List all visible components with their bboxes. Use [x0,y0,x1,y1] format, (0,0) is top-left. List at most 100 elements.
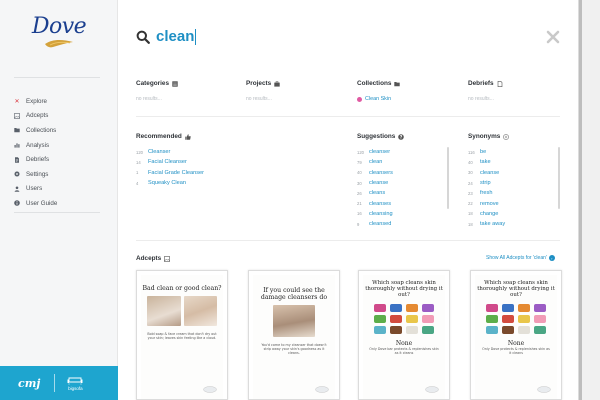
document-icon [14,156,20,163]
term-link[interactable]: cleansing [369,211,393,217]
synonym-item[interactable]: 18 change [468,209,505,219]
categories-heading: Categories [136,80,178,87]
sidebar-item-label: Adcepts [26,112,49,120]
term-link[interactable]: cleanse [369,180,388,186]
sidebar-item-debriefs[interactable]: Debriefs [14,152,114,167]
category-icon [172,80,178,87]
suggestions-scrollbar[interactable] [447,147,449,209]
synonyms-heading: Synonyms [468,133,510,140]
footer-divider [54,374,56,392]
close-icon[interactable] [546,30,560,44]
term-link[interactable]: be [480,149,486,155]
synonym-item[interactable]: 40 take [468,157,505,167]
term-link[interactable]: remove [480,201,499,207]
term-link[interactable]: cleanses [369,201,391,207]
search-bar[interactable]: clean [136,26,566,48]
collection-clean-skin[interactable]: Clean Skin [357,96,391,102]
page-scrollbar[interactable] [579,0,582,400]
suggestion-item[interactable]: 16 cleansing [357,209,393,219]
categories-title: Categories [136,80,170,87]
suggestion-item[interactable]: 9 cleansed [357,219,393,229]
term-count: 26 [357,190,362,196]
suggestion-item[interactable]: 40 cleansers [357,168,393,178]
suggestion-item[interactable]: 79 clean [357,157,393,167]
term-link[interactable]: strip [480,180,491,186]
adcept-answer: None [507,340,525,347]
sidebar-item-adcepts[interactable]: Adcepts [14,109,114,124]
term-link[interactable]: take [480,159,491,165]
recommended-item[interactable]: 14 Facial Cleanser [136,157,204,167]
suggestions-heading: Suggestions ? [357,133,405,140]
synonym-item[interactable]: 22 remove [468,198,505,208]
adcept-card[interactable]: Which soap cleans skin thoroughly withou… [358,270,450,400]
collection-label: Clean Skin [365,96,392,102]
recommended-item[interactable]: 4 Squeaky Clean [136,178,204,188]
synonym-item[interactable]: 18 take away [468,219,505,229]
term-link[interactable]: change [480,211,498,217]
sidebar-item-settings[interactable]: Settings [14,167,114,182]
suggestion-item[interactable]: 21 cleanses [357,198,393,208]
bigsofa-logo[interactable]: bigsofa [67,376,83,391]
term-link[interactable]: fresh [480,190,492,196]
term-count: 21 [357,201,362,207]
synonym-item[interactable]: 23 fresh [468,188,505,198]
term-link[interactable]: cleanser [369,149,390,155]
soap-bar [534,304,546,312]
term-count: 120 [136,149,143,155]
collections-title: Collections [357,80,392,87]
term-link[interactable]: Cleanser [148,149,170,155]
section-divider [136,116,560,117]
term-link[interactable]: Squeaky Clean [148,180,186,186]
photo-woman-left [147,296,181,326]
term-link[interactable]: Facial Cleanser [148,159,187,165]
sidebar-item-users[interactable]: Users [14,182,114,197]
sidebar-nav: ✕ Explore Adcepts Collections Analysis D… [14,94,114,211]
suggestion-item[interactable]: 26 cleans [357,188,393,198]
term-count: 9 [357,221,360,227]
soap-bar-icon [537,386,551,393]
term-count: 23 [468,190,473,196]
synonyms-icon [503,133,510,140]
term-link[interactable]: cleansers [369,170,393,176]
term-link[interactable]: clean [369,159,382,165]
adcept-note: You'd come to my cleanser that doesn't s… [261,343,327,355]
synonym-item[interactable]: 116 be [468,147,505,157]
search-input[interactable]: clean [156,29,197,45]
adcept-answer: None [395,340,413,347]
sidebar-item-explore[interactable]: ✕ Explore [14,94,114,109]
adcept-image: Which soap cleans skin thoroughly withou… [475,275,557,399]
recommended-title: Recommended [136,133,182,140]
recommended-item[interactable]: 1 Facial Grade Cleanser [136,168,204,178]
sidebar-item-label: Collections [26,126,57,134]
recommended-item[interactable]: 120 Cleanser [136,147,204,157]
adcept-card[interactable]: If you could see the damage cleansers do… [248,270,340,400]
suggestion-item[interactable]: 120 cleanser [357,147,393,157]
adcept-card[interactable]: Bad clean or good clean? Bold soap & fac… [136,270,228,400]
term-count: 30 [357,180,362,186]
synonym-item[interactable]: 30 cleanse [468,168,505,178]
cmj-logo[interactable]: cmj [18,377,40,390]
term-link[interactable]: Facial Grade Cleanser [148,170,204,176]
adcept-card[interactable]: Which soap cleans skin thoroughly withou… [470,270,562,400]
sidebar-item-collections[interactable]: Collections [14,123,114,138]
categories-empty: no results... [136,96,162,102]
question-icon: ? [398,133,405,140]
term-link[interactable]: cleansed [369,221,391,227]
synonym-item[interactable]: 24 strip [468,178,505,188]
sidebar-item-label: User Guide [26,199,58,207]
synonyms-scrollbar[interactable] [558,147,560,209]
adcept-note: Only Dove protects & replenishes skin as… [482,347,550,355]
show-all-adcepts-link[interactable]: Show All Adcepts for 'clean' › [486,255,555,261]
synonyms-list: 116 be 40 take 30 cleanse 24 strip 23 fresh 2… [468,147,505,229]
suggestion-item[interactable]: 30 cleanse [357,178,393,188]
dove-logo[interactable]: Dove [24,14,94,62]
arrow-right-icon: › [548,255,555,261]
sidebar-item-analysis[interactable]: Analysis [14,138,114,153]
term-count: 16 [357,211,362,217]
term-link[interactable]: cleanse [480,170,499,176]
soap-bar [390,315,402,323]
term-link[interactable]: take away [480,221,505,227]
term-link[interactable]: cleans [369,190,385,196]
sidebar-item-user-guide[interactable]: User Guide [14,196,114,211]
soap-bar [422,304,434,312]
